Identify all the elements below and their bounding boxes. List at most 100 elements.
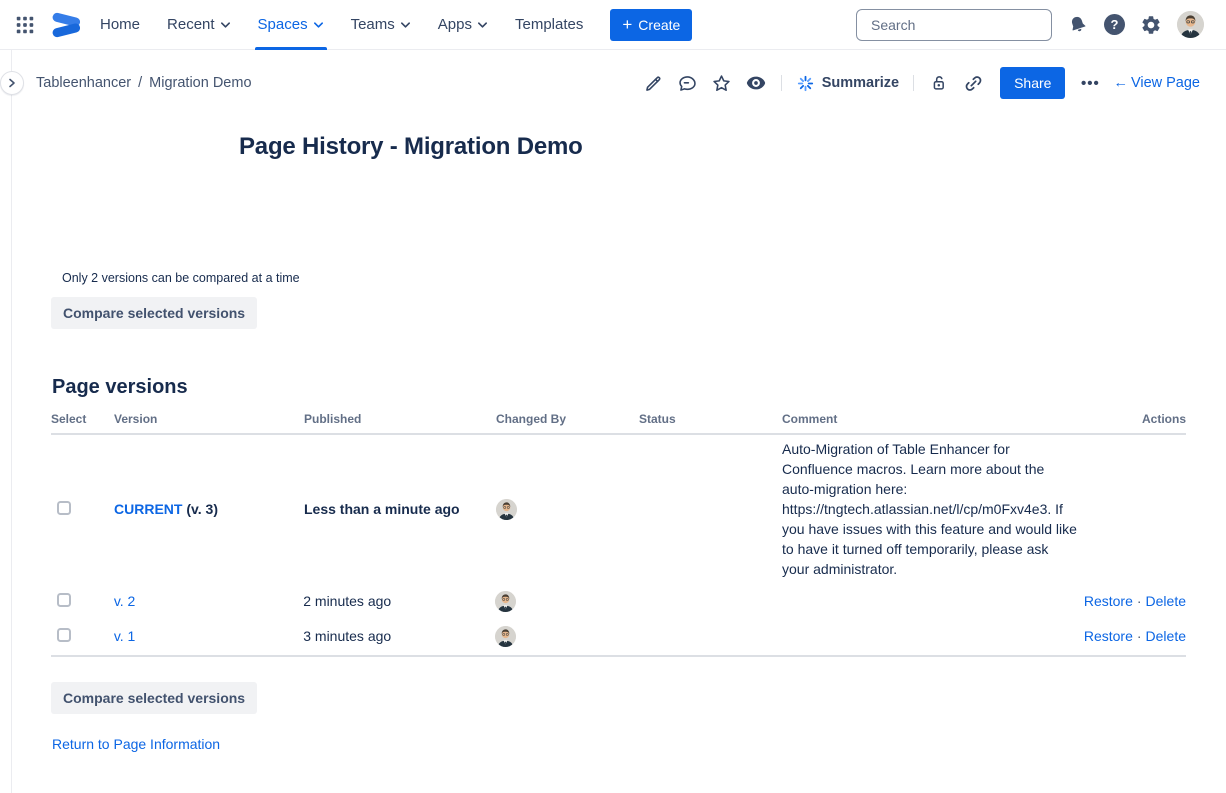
delete-link[interactable]: Delete	[1146, 628, 1186, 644]
version-number: (v. 3)	[182, 501, 218, 517]
ellipsis-icon: •••	[1081, 75, 1100, 92]
chevron-down-icon	[220, 21, 231, 29]
page-toolbar: Summarize Share ••• ← View Page	[637, 67, 1200, 99]
toolbar-divider	[781, 75, 782, 91]
compare-note: Only 2 versions can be compared at a tim…	[62, 271, 300, 285]
confluence-logo-icon[interactable]	[50, 12, 80, 38]
restore-link[interactable]: Restore	[1084, 593, 1133, 609]
view-page-label: View Page	[1131, 75, 1200, 91]
link-icon	[963, 73, 984, 94]
plus-icon: +	[622, 16, 632, 33]
header-published: Published	[304, 412, 496, 426]
nav-item-label: Spaces	[258, 16, 308, 33]
star-icon	[711, 73, 732, 94]
search-box[interactable]	[856, 9, 1052, 41]
version-link[interactable]: v. 2	[114, 593, 136, 609]
nav-item-spaces[interactable]: Spaces	[258, 0, 324, 50]
header-status: Status	[639, 412, 782, 426]
header-select: Select	[51, 412, 114, 426]
ai-sparkle-icon	[796, 74, 815, 93]
actions-separator: ·	[1137, 628, 1142, 644]
unlock-icon	[929, 73, 949, 93]
summarize-label: Summarize	[822, 75, 899, 91]
comment-button[interactable]	[671, 67, 705, 99]
changed-by-avatar[interactable]	[495, 591, 516, 612]
chevron-down-icon	[400, 21, 411, 29]
topnav-right-controls: ?	[856, 9, 1204, 41]
eye-icon	[745, 72, 767, 94]
changed-by-avatar[interactable]	[495, 626, 516, 647]
header-actions: Actions	[1087, 412, 1186, 426]
header-version: Version	[114, 412, 304, 426]
create-button[interactable]: + Create	[610, 9, 692, 41]
edit-button[interactable]	[637, 67, 671, 99]
comment-icon	[677, 73, 698, 94]
breadcrumb-separator: /	[138, 75, 142, 91]
compare-selected-versions-button-top[interactable]: Compare selected versions	[51, 297, 257, 329]
page-versions-table: Select Version Published Changed By Stat…	[51, 412, 1186, 657]
arrow-left-icon: ←	[1113, 75, 1128, 91]
current-version-link[interactable]: CURRENT	[114, 501, 182, 517]
table-row: CURRENT (v. 3) Less than a minute ago Au…	[51, 435, 1186, 583]
nav-item-label: Templates	[515, 16, 583, 33]
nav-item-label: Apps	[438, 16, 472, 33]
nav-item-templates[interactable]: Templates	[515, 0, 583, 50]
chevron-down-icon	[477, 21, 488, 29]
nav-item-home[interactable]: Home	[100, 0, 140, 50]
more-actions-button[interactable]: •••	[1073, 67, 1107, 99]
sidebar-rail	[11, 50, 12, 793]
app-switcher-icon[interactable]	[10, 9, 40, 41]
nav-item-apps[interactable]: Apps	[438, 0, 488, 50]
help-button[interactable]: ?	[1104, 14, 1125, 35]
grid-icon	[14, 14, 36, 36]
summarize-button[interactable]: Summarize	[790, 74, 905, 93]
nav-item-teams[interactable]: Teams	[351, 0, 411, 50]
primary-nav: Home Recent Spaces Teams Apps Templates	[100, 0, 583, 50]
user-avatar[interactable]	[1177, 11, 1204, 38]
copy-link-button[interactable]	[956, 67, 990, 99]
star-button[interactable]	[705, 67, 739, 99]
watch-button[interactable]	[739, 67, 773, 99]
page-versions-heading: Page versions	[52, 376, 188, 399]
share-button[interactable]: Share	[1000, 67, 1065, 99]
version-link[interactable]: v. 1	[114, 628, 136, 644]
actions-cell: Restore·Delete	[1084, 628, 1186, 644]
return-to-page-information-link[interactable]: Return to Page Information	[52, 736, 220, 752]
top-navigation-bar: Home Recent Spaces Teams Apps Templates …	[0, 0, 1226, 50]
settings-button[interactable]	[1140, 14, 1162, 36]
nav-item-label: Recent	[167, 16, 215, 33]
question-mark-icon: ?	[1104, 14, 1125, 35]
search-input[interactable]	[871, 17, 1052, 33]
view-page-link[interactable]: ← View Page	[1113, 75, 1200, 91]
pencil-icon	[643, 73, 664, 94]
nav-item-recent[interactable]: Recent	[167, 0, 231, 50]
restore-link[interactable]: Restore	[1084, 628, 1133, 644]
compare-selected-versions-button-bottom[interactable]: Compare selected versions	[51, 682, 257, 714]
version-comment: Auto-Migration of Table Enhancer for Con…	[782, 435, 1087, 583]
nav-item-label: Home	[100, 16, 140, 33]
chevron-right-icon	[7, 78, 17, 88]
breadcrumb: Tableenhancer / Migration Demo	[36, 75, 252, 91]
toolbar-divider	[913, 75, 914, 91]
actions-separator: ·	[1137, 593, 1142, 609]
chevron-down-icon	[313, 21, 324, 29]
breadcrumb-space-link[interactable]: Tableenhancer	[36, 75, 131, 91]
published-time: 3 minutes ago	[303, 628, 494, 644]
published-time: Less than a minute ago	[304, 501, 496, 517]
notifications-button[interactable]	[1067, 14, 1089, 36]
expand-sidebar-button[interactable]	[0, 71, 24, 95]
changed-by-avatar[interactable]	[496, 499, 517, 520]
delete-link[interactable]: Delete	[1146, 593, 1186, 609]
breadcrumb-page-link[interactable]: Migration Demo	[149, 75, 251, 91]
version-checkbox[interactable]	[57, 593, 71, 607]
table-header-row: Select Version Published Changed By Stat…	[51, 412, 1186, 435]
table-row: v. 2 2 minutes ago Restore·Delete	[51, 583, 1186, 619]
version-checkbox[interactable]	[57, 628, 71, 642]
create-button-label: Create	[638, 17, 680, 33]
restrictions-button[interactable]	[922, 67, 956, 99]
header-comment: Comment	[782, 412, 1087, 426]
actions-cell: Restore·Delete	[1084, 593, 1186, 609]
bell-icon	[1067, 14, 1089, 36]
header-changed-by: Changed By	[496, 412, 639, 426]
version-checkbox[interactable]	[57, 501, 71, 515]
